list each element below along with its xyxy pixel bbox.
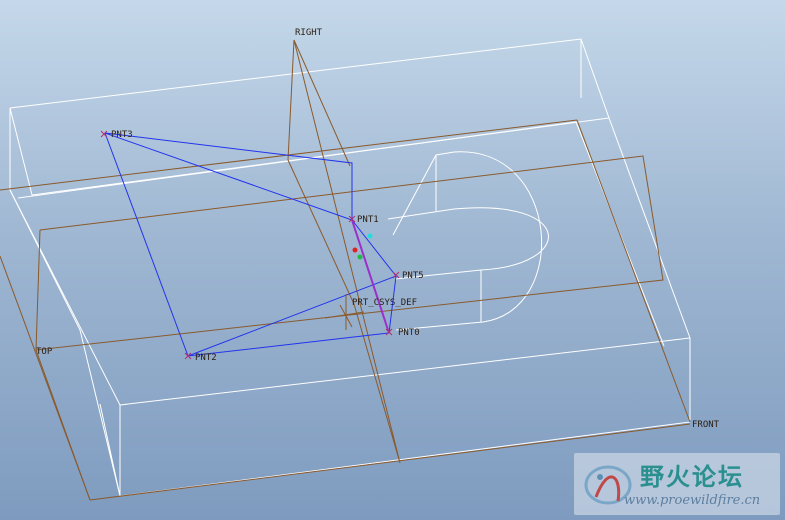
datum-point-pnt5[interactable]: PNT5 xyxy=(392,271,424,281)
watermark-url: www.proewildfire.cn xyxy=(624,493,761,508)
pnt5-label: PNT5 xyxy=(402,271,424,281)
graphics-viewport[interactable]: PRT_CSYS_DEF PNT3 PNT1 PNT5 PNT0 PNT2 RI… xyxy=(0,0,785,520)
forum-watermark: 野火论坛 www.proewildfire.cn xyxy=(574,453,780,515)
front-plane-label[interactable]: FRONT xyxy=(692,420,720,430)
coordinate-system-icon[interactable]: PRT_CSYS_DEF xyxy=(324,294,417,330)
csys-label: PRT_CSYS_DEF xyxy=(352,298,417,308)
datum-plane-right[interactable] xyxy=(287,39,401,464)
pnt0-label: PNT0 xyxy=(398,328,420,338)
model-wireframe[interactable] xyxy=(9,38,691,497)
pnt1-label: PNT1 xyxy=(357,215,379,225)
top-plane-label[interactable]: TOP xyxy=(36,347,53,357)
pnt3-label: PNT3 xyxy=(111,130,133,140)
right-plane-label[interactable]: RIGHT xyxy=(295,28,323,38)
datum-point-pnt2[interactable]: PNT2 xyxy=(184,352,217,363)
datum-point-pnt0[interactable]: PNT0 xyxy=(385,328,420,338)
pnt2-label: PNT2 xyxy=(195,353,217,363)
model-canvas[interactable]: PRT_CSYS_DEF PNT3 PNT1 PNT5 PNT0 PNT2 RI… xyxy=(0,0,785,520)
datum-plane-top[interactable] xyxy=(0,119,691,501)
watermark-title: 野火论坛 xyxy=(640,463,744,491)
